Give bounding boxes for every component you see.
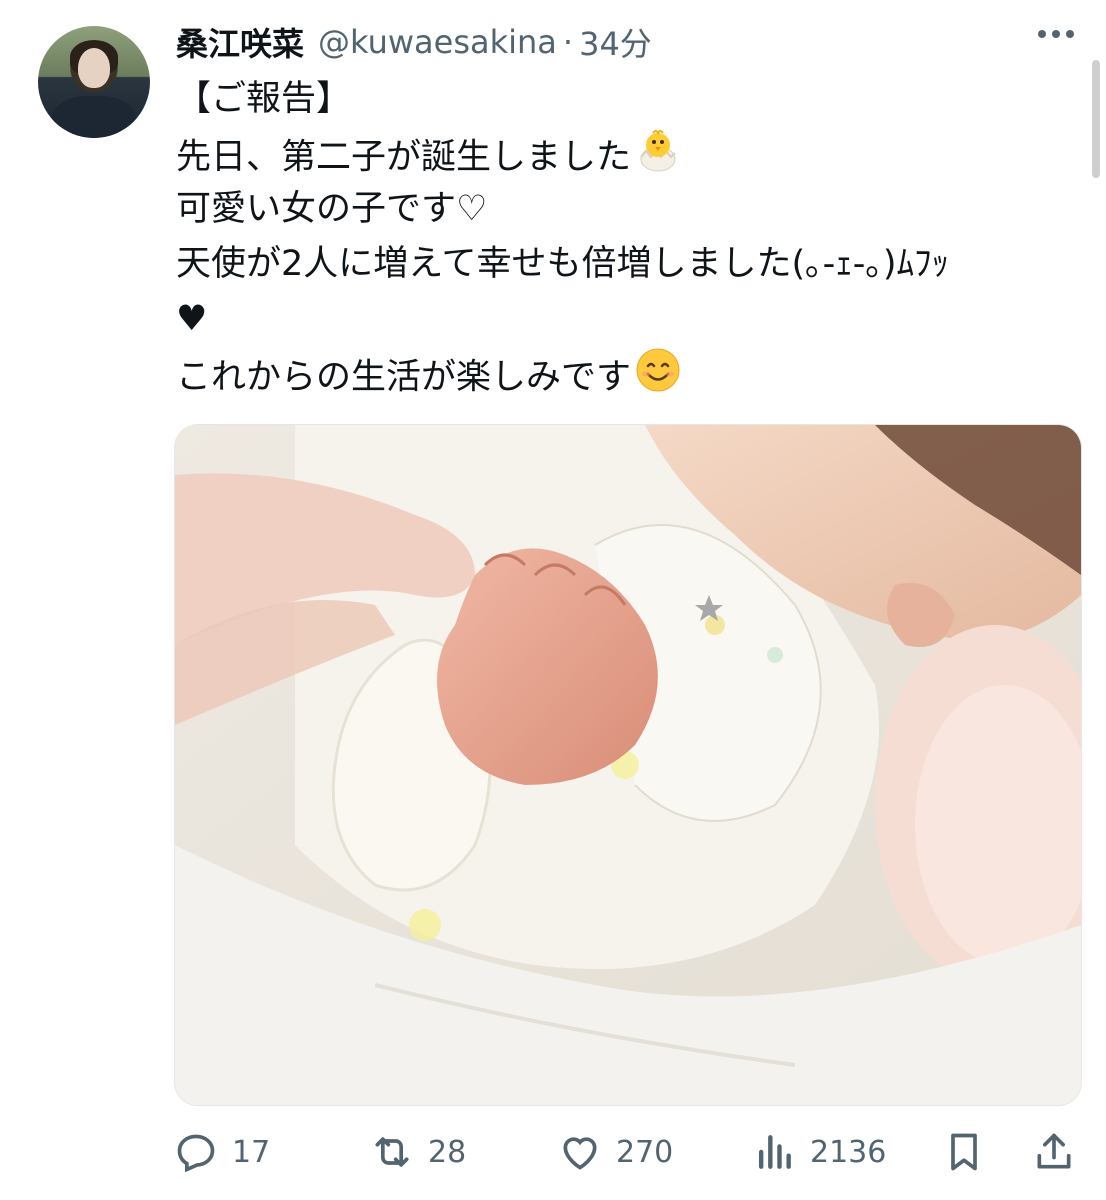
author-avatar[interactable]: [38, 26, 150, 138]
separator-dot: ·: [562, 23, 574, 61]
tweet-header: 桑江咲菜 @kuwaesakina · 34分: [176, 20, 652, 64]
retweet-count: 28: [428, 1134, 467, 1170]
share-icon: [1032, 1130, 1076, 1174]
tweet-actions: 17 28 270 2136: [174, 1124, 1080, 1180]
smiling-face-icon: [635, 347, 681, 410]
views-button[interactable]: 2136: [752, 1124, 886, 1180]
share-button[interactable]: [1032, 1124, 1076, 1180]
like-button[interactable]: 270: [558, 1124, 673, 1180]
views-count: 2136: [810, 1134, 887, 1170]
retweet-button[interactable]: 28: [370, 1124, 466, 1180]
retweet-icon: [370, 1130, 414, 1174]
tweet: 桑江咲菜 @kuwaesakina · 34分 【ご報告】 先日、第二子が誕生し…: [0, 0, 1106, 1200]
reply-icon: [174, 1130, 218, 1174]
tweet-time[interactable]: 34分: [579, 19, 652, 65]
tweet-line: 先日、第二子が誕生しました: [176, 137, 632, 178]
reply-button[interactable]: 17: [174, 1124, 270, 1180]
bookmark-button[interactable]: [942, 1124, 986, 1180]
scrollbar[interactable]: [1092, 60, 1100, 178]
author-name[interactable]: 桑江咲菜: [176, 19, 304, 65]
reply-count: 17: [232, 1134, 271, 1170]
hatching-chick-icon: [635, 127, 681, 190]
bookmark-icon: [942, 1130, 986, 1174]
heart-icon: [558, 1130, 602, 1174]
like-count: 270: [616, 1134, 674, 1170]
more-options-icon[interactable]: [1038, 30, 1074, 38]
tweet-line: 【ご報告】: [176, 79, 352, 119]
tweet-line-with-emoji: 先日、第二子が誕生しました: [176, 127, 1076, 182]
views-chart-icon: [752, 1130, 796, 1174]
tweet-line: これからの生活が楽しみです: [176, 357, 632, 398]
tweet-line: 可愛い女の子です♡: [176, 189, 488, 229]
tweet-line: ♥: [176, 299, 208, 339]
tweet-line-with-emoji: これからの生活が楽しみです: [176, 347, 1076, 402]
author-handle[interactable]: @kuwaesakina: [318, 23, 557, 61]
tweet-photo[interactable]: [174, 424, 1082, 1106]
tweet-line: 天使が2人に増えて幸せも倍増しました(｡-ｪ-｡)ﾑﾌｯ: [176, 244, 950, 284]
tweet-text: 【ご報告】 先日、第二子が誕生しました 可愛い女の子です♡ 天使が2人に増えて幸…: [176, 72, 1076, 402]
